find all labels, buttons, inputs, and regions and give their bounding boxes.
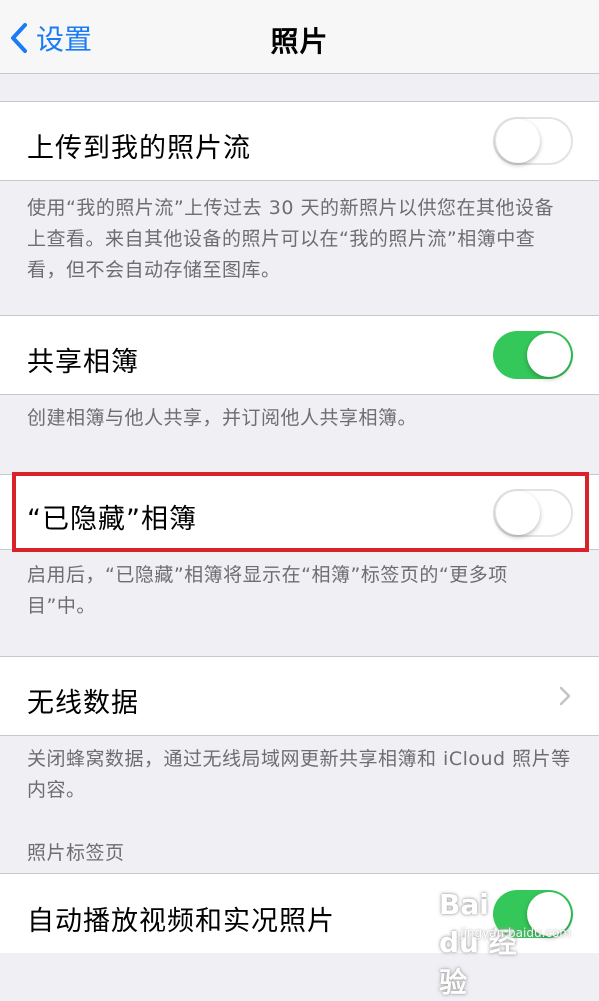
chevron-right-icon (559, 686, 571, 706)
wireless-data-row[interactable]: 无线数据 (0, 656, 599, 736)
hidden-album-toggle[interactable] (493, 489, 573, 537)
toggle-knob (527, 892, 571, 936)
shared-albums-label: 共享相簿 (27, 347, 139, 378)
autoplay-label: 自动播放视频和实况照片 (27, 906, 335, 937)
navigation-bar: 设置 照片 (0, 0, 599, 74)
hidden-album-label: “已隐藏”相簿 (27, 504, 197, 535)
autoplay-toggle[interactable] (493, 890, 573, 938)
wireless-data-label: 无线数据 (27, 688, 139, 719)
shared-albums-footer: 创建相簿与他人共享，并订阅他人共享相簿。 (27, 407, 418, 429)
toggle-knob (527, 333, 571, 377)
photo-stream-footer: 使用“我的照片流”上传过去 30 天的新照片以供您在其他设备上查看。来自其他设备… (27, 197, 554, 281)
shared-albums-row: 共享相簿 (0, 315, 599, 395)
shared-albums-toggle[interactable] (493, 331, 573, 379)
photo-stream-row: 上传到我的照片流 (0, 101, 599, 181)
wireless-data-footer: 关闭蜂窝数据，通过无线局域网更新共享相簿和 iCloud 照片等内容。 (27, 748, 571, 801)
toggle-knob (496, 119, 540, 163)
photos-tab-header: 照片标签页 (27, 842, 125, 864)
toggle-knob (496, 491, 540, 535)
autoplay-row: 自动播放视频和实况照片 (0, 873, 599, 953)
hidden-album-footer: 启用后，“已隐藏”相簿将显示在“相簿”标签页的“更多项目”中。 (27, 564, 508, 617)
hidden-album-row: “已隐藏”相簿 (0, 474, 599, 550)
photo-stream-toggle[interactable] (493, 117, 573, 165)
photo-stream-label: 上传到我的照片流 (27, 133, 251, 164)
page-title: 照片 (270, 25, 329, 58)
